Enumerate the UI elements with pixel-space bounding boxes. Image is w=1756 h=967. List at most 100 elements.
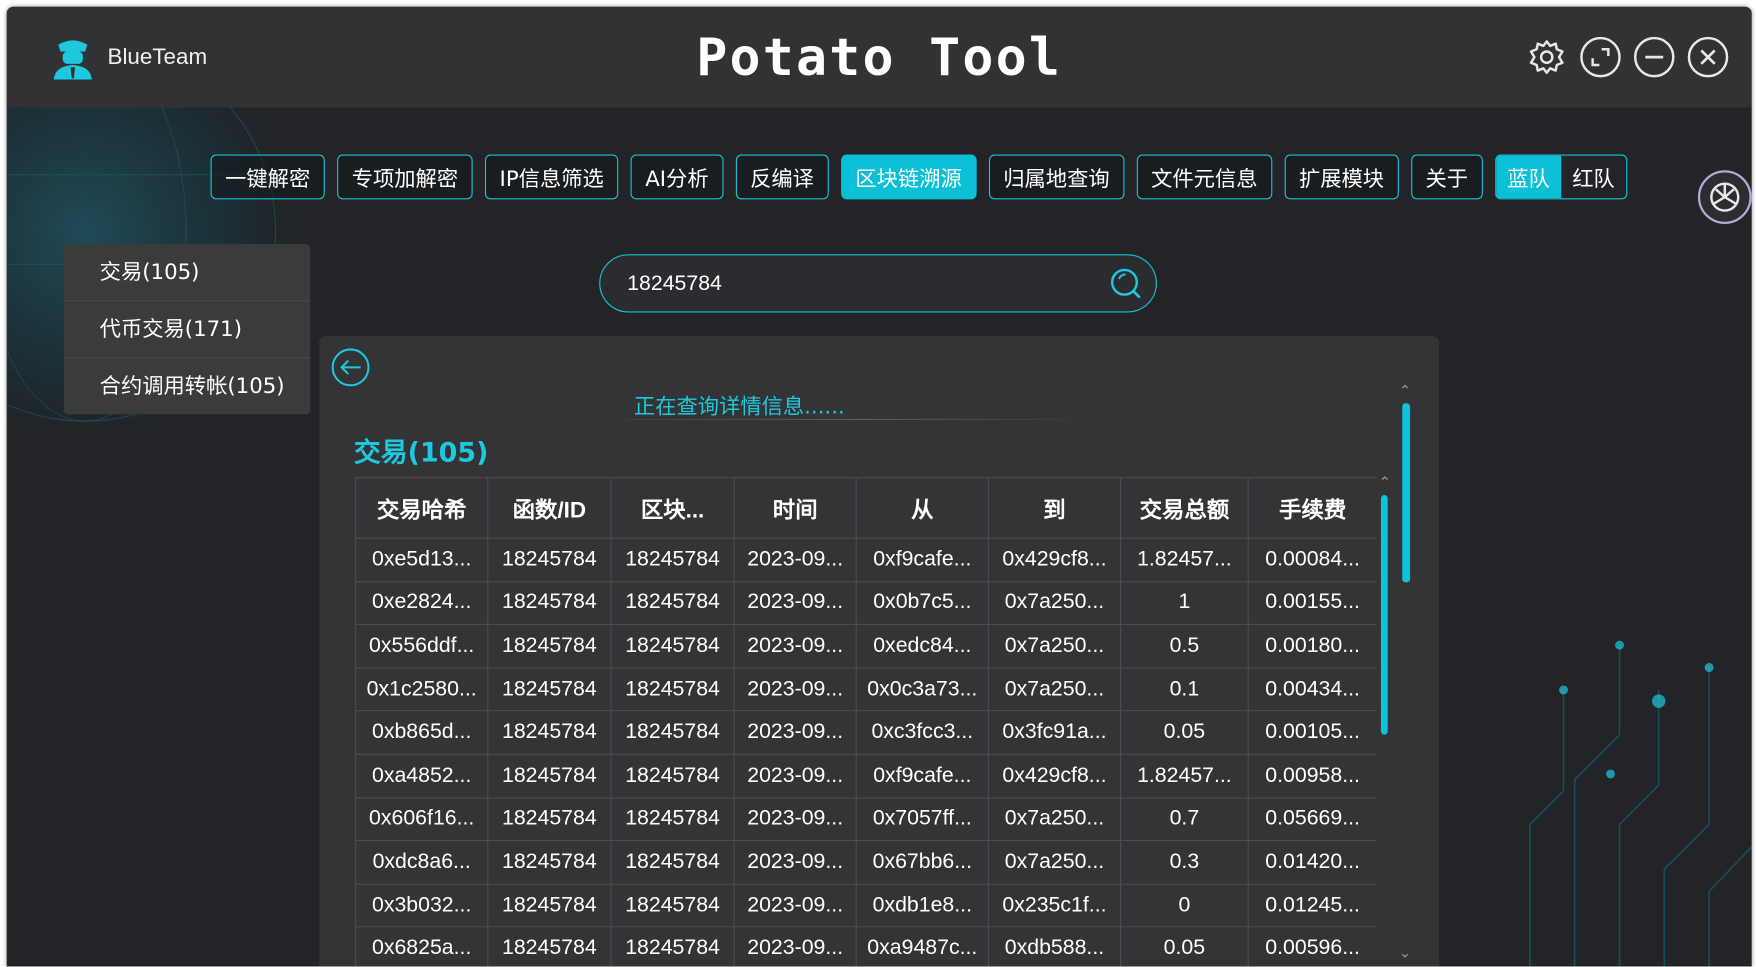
column-header[interactable]: 区块... (610, 477, 735, 539)
team-blue-option[interactable]: 蓝队 (1496, 155, 1562, 199)
column-header[interactable]: 交易总额 (1120, 477, 1249, 539)
table-row[interactable]: 0x556ddf... 18245784 18245784 2023-09... 0xe… (355, 624, 1377, 669)
table-cell: 0x3fc91a... (987, 710, 1122, 755)
table-cell: 0.00084... (1247, 537, 1377, 582)
nav-ai-analysis[interactable]: AI分析 (630, 154, 724, 200)
table-cell: 0x556ddf... (355, 624, 489, 669)
table-row[interactable]: 0x6825a... 18245784 18245784 2023-09... 0xa9… (355, 926, 1377, 967)
status-divider (627, 418, 1098, 420)
table-scrollbar-thumb[interactable] (1380, 495, 1388, 735)
table-row[interactable]: 0x1c2580... 18245784 18245784 2023-09... 0x0… (355, 667, 1377, 712)
table-cell: 0xdb1e8... (855, 883, 989, 928)
settings-button[interactable] (1525, 36, 1568, 79)
maximize-button[interactable] (1579, 36, 1622, 79)
table-cell: 1.82457... (1120, 753, 1249, 799)
table-cell: 1 (1120, 580, 1249, 626)
panel-scroll-up-icon[interactable]: ⌃ (1399, 383, 1411, 400)
table-cell: 2023-09... (733, 926, 857, 967)
table-cell: 0.00105... (1247, 710, 1377, 755)
column-header[interactable]: 手续费 (1247, 477, 1377, 539)
column-header[interactable]: 交易哈希 (355, 477, 489, 539)
table-cell: 2023-09... (733, 883, 857, 928)
table-row[interactable]: 0x3b032... 18245784 18245784 2023-09... 0xdb… (355, 883, 1377, 928)
nav-blockchain-trace[interactable]: 区块链溯源 (840, 154, 977, 200)
menu-item-token-transactions[interactable]: 代币交易(171) (63, 301, 311, 359)
close-icon (1687, 36, 1729, 78)
app-title: Potato Tool (696, 26, 1063, 88)
table-row[interactable]: 0xb865d... 18245784 18245784 2023-09... 0xc3… (355, 710, 1377, 755)
table-cell: 18245784 (487, 796, 612, 842)
table-cell: 18245784 (610, 796, 735, 842)
floating-assistant-button[interactable] (1697, 170, 1752, 224)
table-header-row: 交易哈希 函数/ID 区块... 时间 从 到 交易总额 手续费 (355, 477, 1377, 539)
table-cell: 0x6825a... (355, 926, 489, 967)
table-cell: 0x606f16... (355, 796, 489, 842)
nav-extensions[interactable]: 扩展模块 (1284, 154, 1399, 200)
nav-special-crypto[interactable]: 专项加解密 (337, 154, 473, 200)
team-red-option[interactable]: 红队 (1561, 156, 1626, 199)
column-header[interactable]: 函数/ID (487, 477, 612, 539)
table-cell: 18245784 (610, 667, 735, 712)
table-cell: 0xb865d... (355, 710, 489, 755)
table-cell: 18245784 (610, 840, 735, 885)
table-cell: 0.05 (1120, 926, 1249, 967)
table-cell: 0xa9487c... (855, 926, 989, 967)
result-category-menu: 交易(105) 代币交易(171) 合约调用转帐(105) (63, 244, 311, 415)
table-cell: 0.00596... (1247, 926, 1377, 967)
menu-item-transactions[interactable]: 交易(105) (63, 244, 311, 302)
table-cell: 0x1c2580... (355, 667, 489, 712)
table-cell: 0xdc8a6... (355, 840, 489, 885)
results-panel: 正在查询详情信息...... 交易(105) 交易哈希 函数/ID 区块... … (319, 336, 1440, 967)
table-cell: 1.82457... (1120, 537, 1249, 582)
table-cell: 0.01245... (1247, 883, 1377, 928)
table-row[interactable]: 0xdc8a6... 18245784 18245784 2023-09... 0x67… (355, 840, 1377, 885)
nav-decompile[interactable]: 反编译 (735, 154, 829, 200)
expand-icon (1580, 36, 1621, 78)
table-scroll-up-icon[interactable]: ⌃ (1379, 475, 1391, 492)
nav-ip-filter[interactable]: IP信息筛选 (484, 154, 619, 200)
table-cell: 0x7a250... (987, 580, 1122, 626)
table-cell: 18245784 (487, 580, 612, 626)
nav-location-lookup[interactable]: 归属地查询 (988, 154, 1125, 200)
table-cell: 0.3 (1120, 840, 1249, 885)
table-cell: 0x7a250... (987, 840, 1122, 885)
table-cell: 0xedc84... (855, 624, 989, 669)
nav-file-metadata[interactable]: 文件元信息 (1136, 154, 1273, 200)
table-cell: 0.05669... (1247, 796, 1377, 842)
back-arrow-icon[interactable] (330, 347, 370, 387)
table-cell: 0x3b032... (355, 883, 489, 928)
window-controls (1525, 36, 1729, 79)
minimize-button[interactable] (1633, 36, 1676, 79)
table-row[interactable]: 0xe5d13... 18245784 18245784 2023-09... 0xf9… (355, 537, 1377, 582)
menu-item-contract-transfers[interactable]: 合约调用转帐(105) (64, 358, 310, 414)
nav-one-click-decrypt[interactable]: 一键解密 (210, 154, 325, 200)
column-header[interactable]: 到 (987, 477, 1122, 539)
table-cell: 0x7a250... (987, 796, 1122, 842)
title-bar: BlueTeam Potato Tool (6, 6, 1752, 108)
table-cell: 2023-09... (733, 753, 857, 799)
table-cell: 0.1 (1120, 667, 1249, 712)
search-input[interactable] (624, 268, 1078, 301)
nav-about[interactable]: 关于 (1410, 154, 1483, 200)
column-header[interactable]: 时间 (733, 477, 857, 539)
panel-scrollbar-thumb[interactable] (1402, 403, 1411, 583)
table-row[interactable]: 0xe2824... 18245784 18245784 2023-09... 0x0b… (355, 580, 1377, 626)
close-button[interactable] (1687, 36, 1730, 79)
table-cell: 0x7057ff... (855, 796, 989, 842)
table-cell: 18245784 (487, 624, 612, 669)
table-cell: 18245784 (487, 753, 612, 799)
table-row[interactable]: 0x606f16... 18245784 18245784 2023-09... 0x7… (355, 796, 1377, 842)
table-cell: 18245784 (610, 537, 735, 582)
column-header[interactable]: 从 (855, 477, 989, 539)
search-box (599, 254, 1157, 313)
module-nav: 一键解密 专项加解密 IP信息筛选 AI分析 反编译 区块链溯源 归属地查询 文… (210, 154, 1628, 200)
panel-scroll-down-icon[interactable]: ⌄ (1399, 945, 1411, 962)
table-cell: 0x0b7c5... (855, 580, 989, 626)
table-cell: 2023-09... (733, 710, 857, 755)
gear-icon (1529, 40, 1564, 75)
table-cell: 18245784 (610, 580, 735, 626)
search-icon[interactable] (1109, 267, 1143, 301)
app-window: BlueTeam Potato Tool 一键解密 专项加解密 IP信息筛选 A… (6, 6, 1752, 967)
table-row[interactable]: 0xa4852... 18245784 18245784 2023-09... 0xf9… (355, 753, 1377, 799)
table-cell: 2023-09... (733, 624, 857, 669)
